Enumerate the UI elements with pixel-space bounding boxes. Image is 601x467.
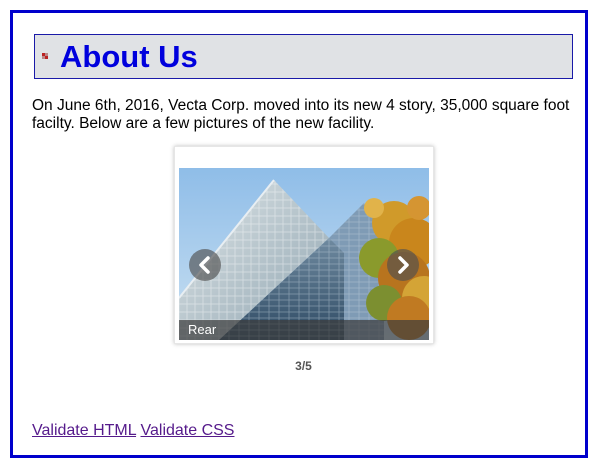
- validate-html-link[interactable]: Validate HTML: [32, 422, 136, 439]
- chevron-left-icon: [199, 256, 210, 274]
- intro-paragraph: On June 6th, 2016, Vecta Corp. moved int…: [32, 97, 570, 132]
- validate-css-link[interactable]: Validate CSS: [141, 422, 235, 439]
- slider-prev-button[interactable]: [189, 249, 221, 281]
- page-frame: About Us On June 6th, 2016, Vecta Corp. …: [10, 10, 588, 458]
- heading-box: About Us: [34, 34, 573, 79]
- slide-caption: Rear: [188, 322, 217, 337]
- slide-caption-bar: Rear: [179, 320, 429, 340]
- square-bullet-icon: [42, 53, 48, 59]
- slide-image: Rear: [179, 168, 429, 340]
- footer-links: Validate HTML Validate CSS: [32, 421, 234, 441]
- slide-counter: 3/5: [295, 359, 312, 373]
- page-title: About Us: [60, 39, 198, 74]
- slider-next-button[interactable]: [387, 249, 419, 281]
- image-slider[interactable]: Rear: [174, 146, 434, 344]
- chevron-right-icon: [398, 256, 409, 274]
